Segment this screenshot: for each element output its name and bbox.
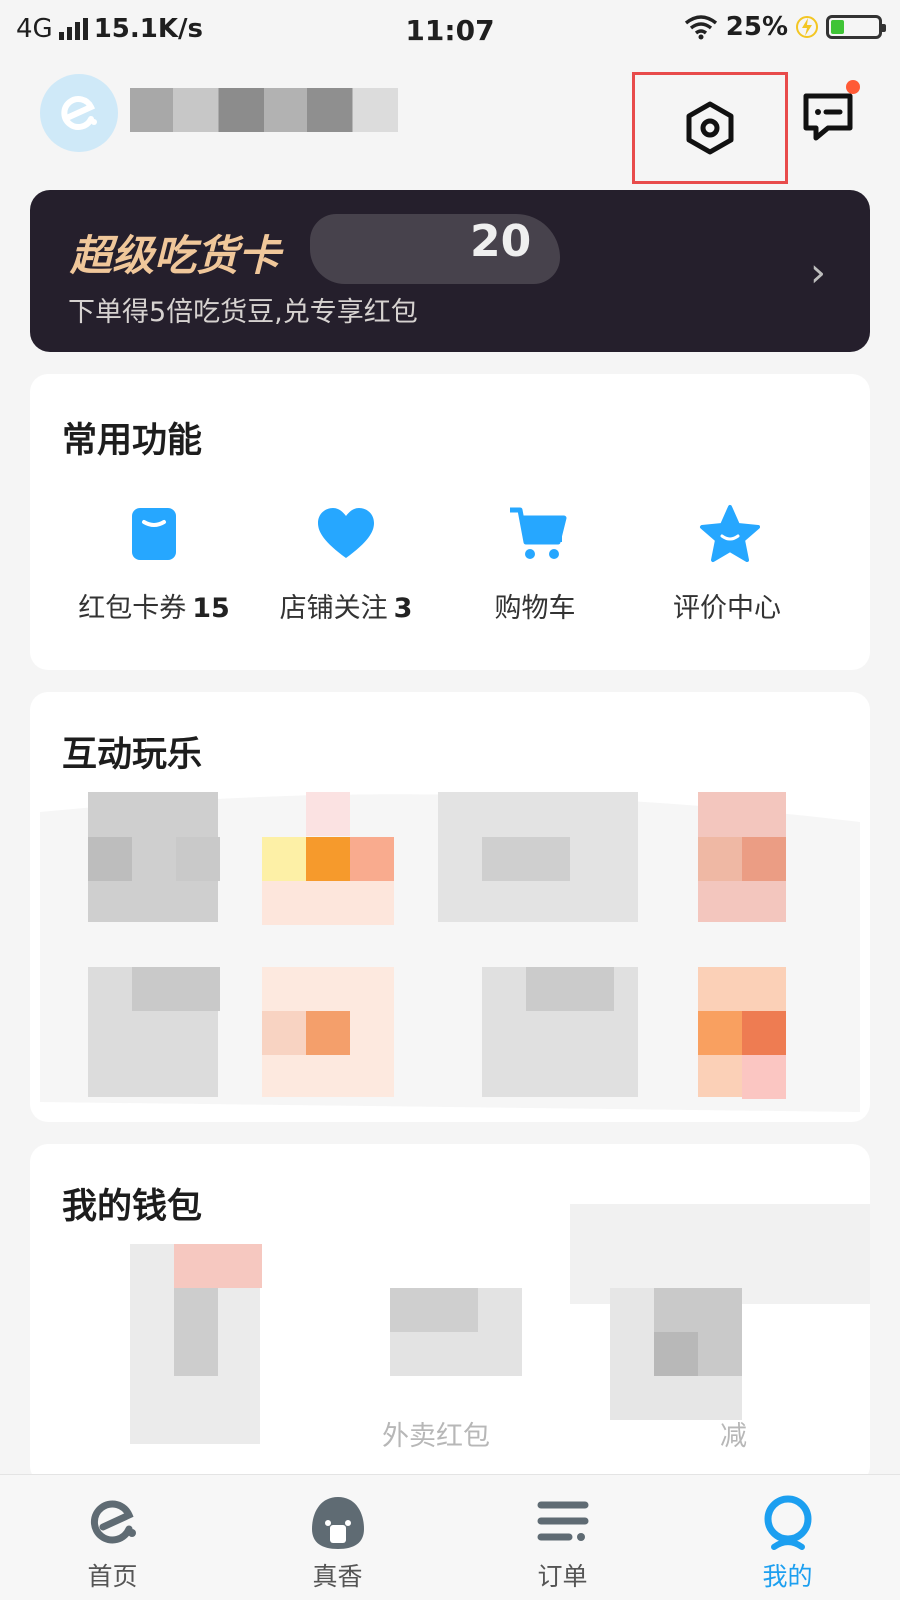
bottom-navigation: 首页 真香 订单 我的 [0, 1474, 900, 1600]
avatar[interactable] [40, 74, 118, 152]
message-icon [803, 93, 853, 141]
cart-label: 购物车 [494, 593, 576, 624]
redacted-mosaic [40, 792, 860, 1112]
reviews-item[interactable]: 评价中心 [632, 504, 828, 625]
heart-icon [318, 508, 374, 558]
wifi-icon [684, 15, 717, 40]
coupons-label: 红包卡券 [78, 593, 187, 624]
coupon-icon [132, 508, 176, 560]
message-button[interactable] [800, 80, 864, 144]
nav-profile-label: 我的 [762, 1562, 813, 1591]
cart-icon [510, 507, 567, 559]
battery-percent: 25% [725, 12, 788, 42]
nav-discover-label: 真香 [312, 1562, 363, 1591]
profile-icon [764, 1495, 811, 1550]
coupons-item[interactable]: 红包卡券 15 [56, 504, 252, 625]
home-icon [90, 1500, 136, 1544]
interactive-fun-card: 互动玩乐 [30, 692, 870, 1122]
status-bar: 4G 15.1K/s 11:07 25% [0, 0, 900, 62]
vip-card-title: 超级吃货卡 [70, 231, 281, 280]
wallet-item-label: 减 [720, 1421, 747, 1452]
nav-home-label: 首页 [87, 1562, 138, 1591]
followed-stores-count: 3 [393, 593, 413, 624]
nav-profile[interactable]: 我的 [675, 1475, 900, 1600]
discover-icon [311, 1497, 364, 1549]
common-functions-card: 常用功能 红包卡券 15 店铺关注 3 购物车 评价中心 [30, 374, 870, 670]
eleme-logo-icon [61, 96, 97, 130]
vip-card[interactable]: 超级吃货卡 20 下单得5倍吃货豆,兑专享红包 › [30, 190, 870, 352]
vip-card-subtitle: 下单得5倍吃货豆,兑专享红包 [68, 297, 418, 328]
nav-orders[interactable]: 订单 [450, 1475, 675, 1600]
wallet-card: 我的钱包 外卖红包 减 [30, 1144, 870, 1484]
settings-icon [686, 101, 734, 155]
battery-icon [826, 15, 886, 39]
cart-item[interactable]: 购物车 [440, 504, 636, 625]
coupons-count: 15 [192, 593, 230, 624]
wallet-item-label: 外卖红包 [382, 1421, 490, 1452]
followed-stores-item[interactable]: 店铺关注 3 [248, 504, 444, 625]
star-icon [700, 505, 760, 562]
section-title: 互动玩乐 [62, 735, 203, 775]
redacted-mosaic [130, 1204, 870, 1444]
chevron-right-icon: › [810, 250, 826, 296]
status-right: 25% [684, 12, 886, 42]
message-unread-dot [846, 80, 860, 94]
orders-icon [537, 1501, 588, 1541]
charging-icon [796, 16, 818, 38]
username-redacted [130, 88, 398, 132]
section-title: 常用功能 [62, 421, 203, 461]
followed-stores-label: 店铺关注 [279, 593, 388, 624]
nav-orders-label: 订单 [537, 1562, 588, 1591]
settings-button[interactable] [632, 72, 788, 184]
vip-card-number: 20 [470, 216, 532, 267]
nav-home[interactable]: 首页 [0, 1475, 225, 1600]
reviews-label: 评价中心 [673, 593, 781, 624]
nav-discover[interactable]: 真香 [225, 1475, 450, 1600]
